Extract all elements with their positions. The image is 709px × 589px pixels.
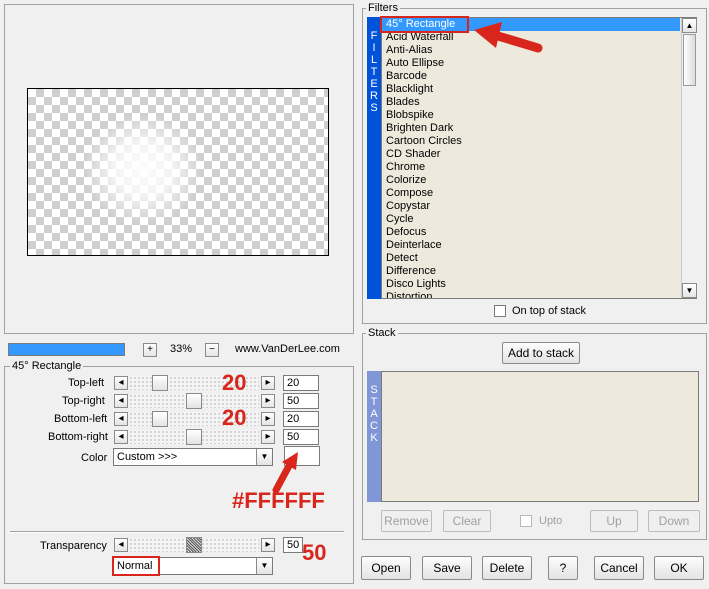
bottom-right-increase-button[interactable]: ▸	[261, 430, 275, 444]
params-group-title: 45° Rectangle	[10, 360, 84, 372]
transparency-input[interactable]: 50	[283, 537, 303, 553]
scroll-up-icon[interactable]: ▲	[682, 18, 697, 33]
list-item[interactable]: Copystar	[382, 200, 696, 213]
annotation-transparency: 50	[302, 540, 327, 565]
arrow-annotation-icon	[474, 22, 543, 53]
color-label: Color	[81, 452, 108, 464]
top-right-input[interactable]: 50	[283, 393, 319, 409]
list-item[interactable]: Deinterlace	[382, 239, 696, 252]
blend-mode-highlight	[112, 556, 160, 576]
bottom-right-slider[interactable]	[129, 429, 259, 445]
param-label-bottom-right: Bottom-right	[48, 431, 108, 443]
transparency-decrease-button[interactable]: ◂	[114, 538, 128, 552]
top-left-increase-button[interactable]: ▸	[261, 376, 275, 390]
scroll-down-icon[interactable]: ▼	[682, 283, 697, 298]
list-item[interactable]: Disco Lights	[382, 278, 696, 291]
filter-list-scrollbar[interactable]: ▲ ▼	[681, 18, 697, 298]
divider	[10, 531, 344, 533]
annotation-top-left: 20	[222, 370, 247, 395]
remove-button[interactable]: Remove	[381, 510, 432, 532]
progress-bar	[8, 343, 125, 356]
up-button[interactable]: Up	[590, 510, 638, 532]
delete-button[interactable]: Delete	[482, 556, 532, 580]
list-item[interactable]: Blacklight	[382, 83, 696, 96]
param-label-bottom-left: Bottom-left	[54, 413, 108, 425]
on-top-of-stack-label: On top of stack	[512, 305, 586, 317]
zoom-in-button[interactable]: +	[143, 343, 157, 357]
list-item[interactable]: Detect	[382, 252, 696, 265]
list-item[interactable]: Cycle	[382, 213, 696, 226]
preview-glow	[83, 114, 203, 224]
filters-group-title: Filters	[366, 2, 400, 14]
ok-button[interactable]: OK	[654, 556, 704, 580]
param-label-top-left: Top-left	[68, 377, 105, 389]
list-item[interactable]: Cartoon Circles	[382, 135, 696, 148]
bottom-left-decrease-button[interactable]: ◂	[114, 412, 128, 426]
cancel-button[interactable]: Cancel	[594, 556, 644, 580]
bottom-right-input[interactable]: 50	[283, 429, 319, 445]
list-item[interactable]: Brighten Dark	[382, 122, 696, 135]
transparency-increase-button[interactable]: ▸	[261, 538, 275, 552]
clear-button[interactable]: Clear	[443, 510, 491, 532]
top-right-increase-button[interactable]: ▸	[261, 394, 275, 408]
preview-panel	[4, 4, 354, 334]
list-item[interactable]: Distortion	[382, 291, 696, 298]
zoom-out-button[interactable]: −	[205, 343, 219, 357]
top-left-decrease-button[interactable]: ◂	[114, 376, 128, 390]
color-select-value: Custom >>>	[117, 451, 178, 463]
annotation-bottom-left: 20	[222, 405, 247, 430]
list-item[interactable]: Colorize	[382, 174, 696, 187]
bottom-right-slider-thumb[interactable]	[186, 429, 202, 445]
list-item[interactable]: Barcode	[382, 70, 696, 83]
filters-strip-letters: F I L T E R S	[370, 30, 378, 114]
scrollbar-thumb[interactable]	[683, 34, 696, 86]
down-button[interactable]: Down	[648, 510, 700, 532]
list-item[interactable]: CD Shader	[382, 148, 696, 161]
stack-list[interactable]	[381, 371, 699, 502]
list-item[interactable]: Blobspike	[382, 109, 696, 122]
help-button[interactable]: ?	[548, 556, 578, 580]
stack-strip-letters: S T A C K	[370, 384, 378, 444]
stack-group-title: Stack	[366, 327, 398, 339]
bottom-left-increase-button[interactable]: ▸	[261, 412, 275, 426]
open-button[interactable]: Open	[361, 556, 411, 580]
zoom-value: 33%	[170, 343, 193, 355]
color-select[interactable]: Custom >>> ▼	[113, 448, 273, 466]
list-item[interactable]: Blades	[382, 96, 696, 109]
list-item[interactable]: Compose	[382, 187, 696, 200]
top-right-decrease-button[interactable]: ◂	[114, 394, 128, 408]
top-right-slider-thumb[interactable]	[186, 393, 202, 409]
upto-checkbox[interactable]	[520, 515, 532, 527]
transparency-slider-thumb[interactable]	[186, 537, 202, 553]
list-item[interactable]: Chrome	[382, 161, 696, 174]
top-left-input[interactable]: 20	[283, 375, 319, 391]
bottom-right-decrease-button[interactable]: ◂	[114, 430, 128, 444]
save-button[interactable]: Save	[422, 556, 472, 580]
website-link[interactable]: www.VanDerLee.com	[235, 343, 340, 355]
list-item[interactable]: Defocus	[382, 226, 696, 239]
add-to-stack-button[interactable]: Add to stack	[502, 342, 580, 364]
upto-label: Upto	[539, 515, 563, 527]
preview-image	[27, 88, 329, 256]
bottom-left-slider-thumb[interactable]	[152, 411, 168, 427]
on-top-of-stack-checkbox[interactable]	[494, 305, 506, 317]
transparency-label: Transparency	[40, 540, 107, 552]
param-label-top-right: Top-right	[62, 395, 105, 407]
bottom-left-input[interactable]: 20	[283, 411, 319, 427]
selection-highlight	[380, 16, 469, 33]
list-item[interactable]: Difference	[382, 265, 696, 278]
chevron-down-icon[interactable]: ▼	[256, 558, 272, 574]
top-left-slider-thumb[interactable]	[152, 375, 168, 391]
transparency-slider[interactable]	[129, 537, 259, 553]
arrow-annotation-icon	[272, 452, 298, 494]
